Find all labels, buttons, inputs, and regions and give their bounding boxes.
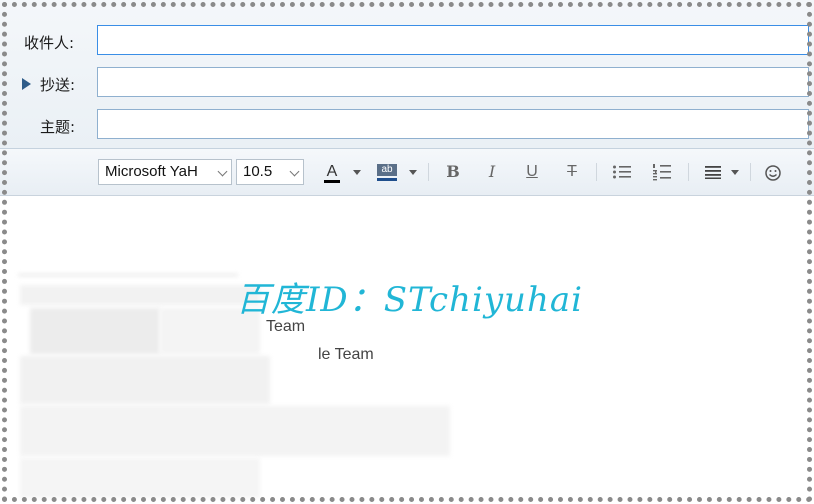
font-family-select[interactable]: Microsoft YaH bbox=[98, 159, 232, 185]
body-line: le Team bbox=[318, 346, 374, 363]
blurred-content bbox=[20, 458, 260, 498]
font-size-value: 10.5 bbox=[243, 163, 273, 180]
to-input[interactable] bbox=[97, 25, 809, 55]
format-toolbar: Microsoft YaH 10.5 A ab B I U T bbox=[0, 149, 814, 196]
emoji-icon[interactable] bbox=[764, 164, 782, 182]
cc-input[interactable] bbox=[97, 67, 809, 97]
subject-input[interactable] bbox=[97, 109, 809, 139]
blurred-content bbox=[18, 274, 238, 276]
expand-arrow-icon[interactable] bbox=[22, 78, 31, 90]
font-color-glyph: A bbox=[326, 163, 338, 180]
blurred-content bbox=[20, 406, 450, 456]
bullet-list-icon[interactable] bbox=[612, 164, 632, 180]
font-color-icon[interactable]: A bbox=[322, 161, 342, 183]
cc-row: 抄送: bbox=[0, 67, 814, 101]
watermark-text: 百度ID：STchiyuhai bbox=[236, 280, 583, 320]
toolbar-separator bbox=[688, 163, 689, 181]
toolbar-separator bbox=[750, 163, 751, 181]
underline-icon[interactable]: U bbox=[522, 161, 542, 183]
toolbar-separator bbox=[428, 163, 429, 181]
italic-icon[interactable]: I bbox=[482, 161, 502, 183]
chevron-down-icon bbox=[289, 166, 300, 177]
font-color-bar bbox=[324, 180, 340, 183]
highlight-bar bbox=[377, 178, 397, 181]
bold-icon[interactable]: B bbox=[443, 161, 463, 183]
font-family-value: Microsoft YaH bbox=[105, 163, 198, 180]
strikethrough-icon[interactable]: T bbox=[562, 161, 582, 183]
cc-label: 抄送: bbox=[40, 76, 76, 94]
highlight-icon[interactable]: ab bbox=[376, 161, 398, 183]
to-label: 收件人: bbox=[24, 34, 75, 52]
caret-down-icon[interactable] bbox=[731, 170, 739, 175]
compose-window: 收件人: 抄送: 主题: Microsoft YaH 10.5 A ab B I… bbox=[0, 0, 814, 504]
subject-label: 主题: bbox=[40, 118, 76, 136]
to-row: 收件人: bbox=[0, 25, 814, 59]
align-icon[interactable] bbox=[704, 165, 722, 179]
header-fields: 收件人: 抄送: 主题: bbox=[0, 0, 814, 148]
caret-down-icon[interactable] bbox=[409, 170, 417, 175]
toolbar-separator bbox=[596, 163, 597, 181]
blurred-content bbox=[30, 308, 160, 354]
caret-down-icon[interactable] bbox=[353, 170, 361, 175]
font-size-select[interactable]: 10.5 bbox=[236, 159, 304, 185]
blurred-content bbox=[20, 285, 260, 305]
blurred-content bbox=[20, 356, 270, 404]
numbered-list-icon[interactable] bbox=[652, 163, 672, 181]
subject-row: 主题: bbox=[0, 109, 814, 143]
highlight-glyph: ab bbox=[377, 164, 397, 176]
chevron-down-icon bbox=[217, 166, 228, 177]
